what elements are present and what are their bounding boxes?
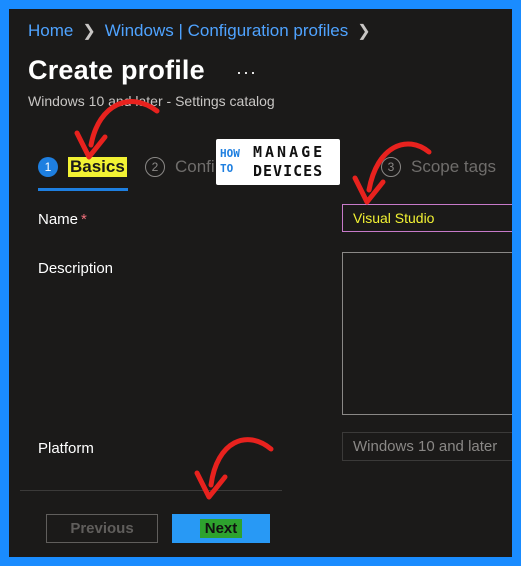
active-step-indicator [38, 188, 128, 191]
logo-devices-text: DEVICES [253, 162, 324, 180]
description-label: Description [38, 260, 114, 277]
name-input[interactable]: Visual Studio [342, 204, 512, 232]
step-number-badge: 3 [381, 157, 401, 177]
more-options-button[interactable]: ··· [236, 62, 257, 83]
description-textarea[interactable] [342, 252, 512, 415]
page-title: Create profile [28, 55, 205, 85]
platform-field: Windows 10 and later [342, 432, 512, 461]
step-label: Confi [175, 157, 215, 176]
page-subtitle: Windows 10 and later - Settings catalog [28, 93, 275, 109]
footer-divider [20, 490, 282, 491]
portal-frame: Home ❯ Windows | Configuration profiles … [9, 9, 512, 557]
step-number-badge: 1 [38, 157, 58, 177]
name-label-text: Name [38, 211, 79, 228]
next-button[interactable]: Next [172, 514, 270, 543]
step-label: Scope tags [411, 157, 497, 176]
step-number-badge: 2 [145, 157, 165, 177]
required-indicator: * [81, 211, 87, 228]
previous-button[interactable]: Previous [46, 514, 158, 543]
logo-to-text: TO [220, 162, 234, 175]
logo-manage-text: MANAGE [253, 143, 326, 161]
logo-how-text: HOW [220, 147, 240, 160]
breadcrumb: Home ❯ Windows | Configuration profiles … [28, 21, 380, 41]
step-label: Basics [68, 157, 127, 177]
step-scope-tags[interactable]: 3 Scope tags [381, 157, 496, 177]
next-button-label: Next [199, 519, 243, 538]
chevron-right-icon: ❯ [357, 23, 371, 40]
step-basics[interactable]: 1 Basics [38, 157, 127, 177]
step-configuration-settings[interactable]: 2 Confi [145, 157, 215, 177]
breadcrumb-home-link[interactable]: Home [28, 21, 73, 41]
breadcrumb-configuration-profiles-link[interactable]: Windows | Configuration profiles [105, 21, 348, 41]
platform-label: Platform [38, 440, 94, 457]
chevron-right-icon: ❯ [82, 23, 96, 40]
name-label: Name * [38, 211, 87, 228]
howtomanagedevices-logo: HOW TO MANAGE DEVICES [216, 139, 340, 185]
annotation-arrow-icon [194, 437, 274, 500]
